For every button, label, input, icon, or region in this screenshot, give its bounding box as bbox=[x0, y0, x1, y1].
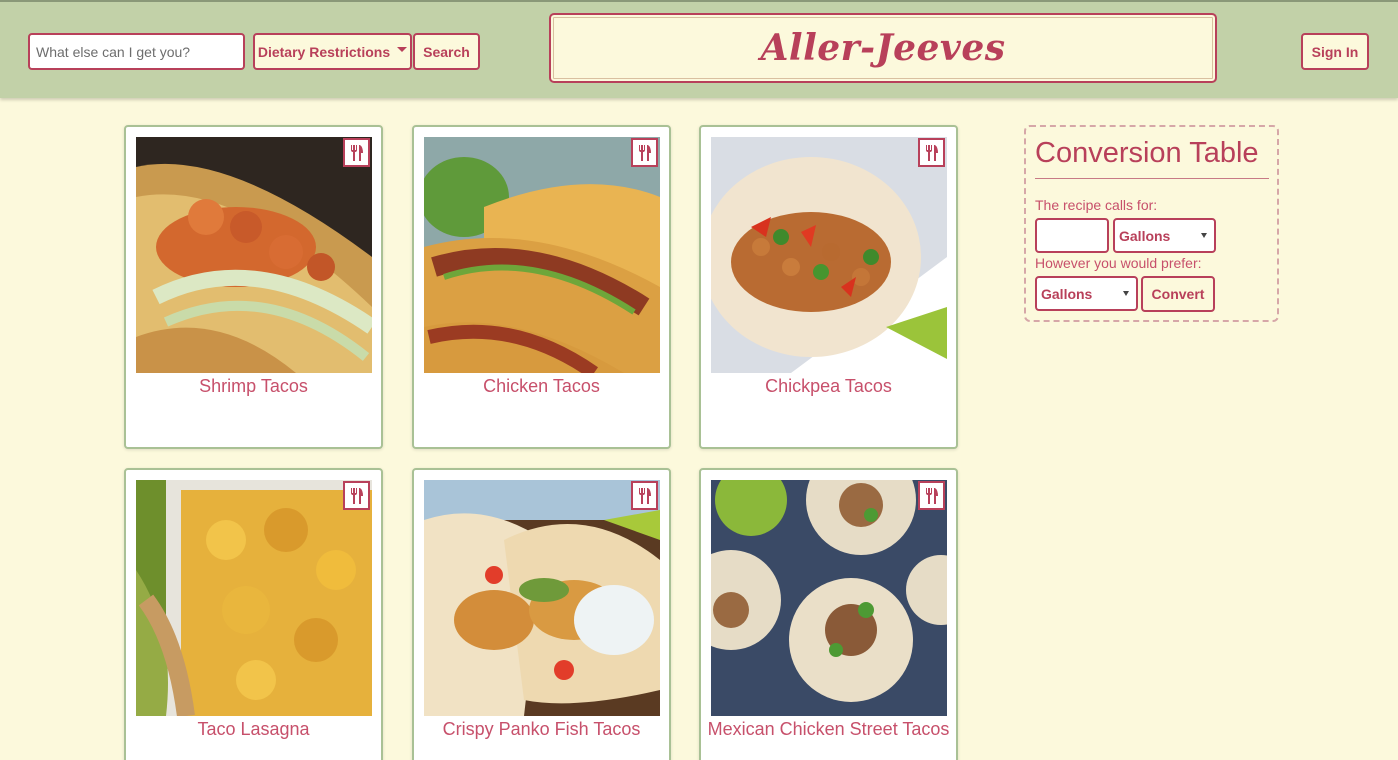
utensils-icon bbox=[638, 144, 651, 161]
search-button-label: Search bbox=[423, 43, 470, 60]
recipe-title[interactable]: Shrimp Tacos bbox=[126, 376, 381, 397]
recipe-card[interactable]: Crispy Panko Fish Tacos bbox=[412, 468, 671, 760]
favorite-button[interactable] bbox=[631, 481, 658, 510]
to-unit-value: Gallons bbox=[1041, 285, 1093, 302]
recipe-card[interactable]: Shrimp Tacos bbox=[124, 125, 383, 449]
conversion-panel: Conversion Table The recipe calls for: G… bbox=[1024, 125, 1279, 322]
recipe-photo[interactable] bbox=[711, 137, 947, 373]
utensils-icon bbox=[350, 487, 363, 504]
recipe-title[interactable]: Crispy Panko Fish Tacos bbox=[414, 719, 669, 740]
search-input[interactable] bbox=[28, 33, 245, 70]
recipe-photo[interactable] bbox=[136, 137, 372, 373]
sign-in-button[interactable]: Sign In bbox=[1301, 33, 1369, 70]
recipe-title[interactable]: Mexican Chicken Street Tacos bbox=[701, 719, 956, 740]
sign-in-label: Sign In bbox=[1311, 43, 1359, 60]
recipe-photo[interactable] bbox=[711, 480, 947, 716]
caret-down-icon bbox=[1201, 233, 1207, 238]
recipe-card[interactable]: Taco Lasagna bbox=[124, 468, 383, 760]
favorite-button[interactable] bbox=[631, 138, 658, 167]
brand-title: Aller-Jeeves bbox=[760, 27, 1006, 69]
search-button[interactable]: Search bbox=[413, 33, 480, 70]
dietary-restrictions-dropdown[interactable]: Dietary Restrictions bbox=[253, 33, 412, 70]
prefer-label: However you would prefer: bbox=[1035, 255, 1202, 271]
favorite-button[interactable] bbox=[918, 481, 945, 510]
to-unit-select[interactable]: Gallons bbox=[1035, 276, 1138, 311]
amount-input[interactable] bbox=[1035, 218, 1109, 253]
caret-down-icon bbox=[397, 47, 408, 52]
from-unit-value: Gallons bbox=[1119, 227, 1171, 244]
favorite-button[interactable] bbox=[343, 138, 370, 167]
dietary-restrictions-label: Dietary Restrictions bbox=[257, 43, 391, 60]
recipe-card[interactable]: Chickpea Tacos bbox=[699, 125, 958, 449]
utensils-icon bbox=[638, 487, 651, 504]
recipe-title[interactable]: Taco Lasagna bbox=[126, 719, 381, 740]
brand-banner[interactable]: Aller-Jeeves bbox=[549, 13, 1217, 83]
conversion-title: Conversion Table bbox=[1035, 137, 1269, 179]
recipe-title[interactable]: Chicken Tacos bbox=[414, 376, 669, 397]
recipe-title[interactable]: Chickpea Tacos bbox=[701, 376, 956, 397]
navbar: Dietary Restrictions Search Aller-Jeeves… bbox=[0, 0, 1398, 98]
recipe-photo[interactable] bbox=[424, 480, 660, 716]
caret-down-icon bbox=[1123, 291, 1129, 296]
calls-for-label: The recipe calls for: bbox=[1035, 197, 1158, 213]
recipe-photo[interactable] bbox=[424, 137, 660, 373]
recipe-card[interactable]: Chicken Tacos bbox=[412, 125, 671, 449]
recipe-photo[interactable] bbox=[136, 480, 372, 716]
convert-label: Convert bbox=[1151, 286, 1205, 302]
utensils-icon bbox=[925, 487, 938, 504]
favorite-button[interactable] bbox=[918, 138, 945, 167]
recipe-card[interactable]: Mexican Chicken Street Tacos bbox=[699, 468, 958, 760]
favorite-button[interactable] bbox=[343, 481, 370, 510]
convert-button[interactable]: Convert bbox=[1141, 276, 1215, 312]
utensils-icon bbox=[350, 144, 363, 161]
utensils-icon bbox=[925, 144, 938, 161]
from-unit-select[interactable]: Gallons bbox=[1113, 218, 1216, 253]
